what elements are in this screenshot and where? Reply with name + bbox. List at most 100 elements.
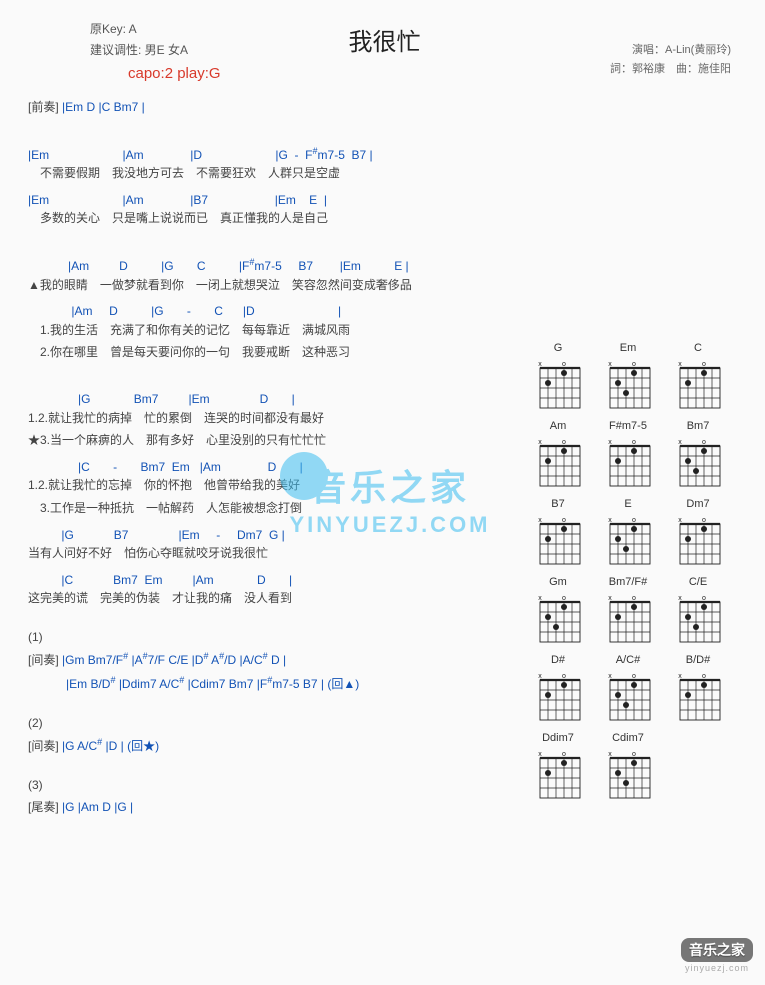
intro-row: [前奏] |Em D |C Bm7 | (28, 98, 741, 117)
svg-text:o: o (702, 673, 706, 680)
verse1-chords-2: |Em |Am |B7 |Em E | (28, 191, 741, 210)
chord-diagram: Cdim7 xo (597, 732, 659, 804)
chord-diagram-name: Cdim7 (597, 732, 659, 746)
meta-right: 演唱：A-Lin(黄丽玲) 詞：郭裕康 曲：施佳阳 (610, 42, 731, 80)
header: 原Key: A 建议调性: 男E 女A 我很忙 演唱：A-Lin(黄丽玲) 詞：… (28, 18, 741, 98)
svg-text:x: x (538, 517, 542, 524)
chord-diagram-grid: xo (597, 592, 659, 648)
svg-text:o: o (632, 517, 636, 524)
suggested-tuning: 建议调性: 男E 女A (90, 41, 188, 60)
svg-text:x: x (608, 595, 612, 602)
singer: 演唱：A-Lin(黄丽玲) (610, 42, 731, 59)
pre-lyric-2a: 1.我的生活 充满了和你有关的记忆 每每靠近 满城风雨 (28, 321, 741, 340)
svg-text:x: x (538, 595, 542, 602)
chord-diagram-grid: xo (527, 436, 589, 492)
svg-text:o: o (632, 439, 636, 446)
svg-text:x: x (678, 439, 682, 446)
chord-diagram-name: C/E (667, 576, 729, 590)
svg-text:x: x (608, 673, 612, 680)
svg-text:o: o (562, 751, 566, 758)
logo-cn: 音乐之家 (681, 938, 753, 962)
chord-diagrams-panel: GxoEmxoCxoAmxoF#m7-5xoBm7xoB7xoExoDm7xoG… (527, 342, 747, 804)
svg-text:o: o (702, 361, 706, 368)
chord-diagram-grid: xo (667, 514, 729, 570)
svg-text:o: o (562, 595, 566, 602)
chord-diagram-grid: xo (667, 358, 729, 414)
chord-diagram: Amxo (527, 420, 589, 492)
chord-diagram-grid: xo (597, 514, 659, 570)
chord-diagram-grid: xo (527, 592, 589, 648)
chord-diagram-grid: xo (667, 592, 729, 648)
chord-diagram: B7xo (527, 498, 589, 570)
pre-chords-2: |Am D |G - C |D | (28, 302, 741, 321)
chord-diagram-name: Em (597, 342, 659, 356)
chord-diagram: F#m7-5xo (597, 420, 659, 492)
svg-text:x: x (678, 361, 682, 368)
svg-text:x: x (678, 673, 682, 680)
chord-diagram-grid: xo (667, 670, 729, 726)
chord-diagram-name: Bm7 (667, 420, 729, 434)
chord-diagram: D#xo (527, 654, 589, 726)
capo-note: capo:2 play:G (128, 62, 221, 85)
svg-text:o: o (632, 673, 636, 680)
chord-diagram-grid: xo (667, 436, 729, 492)
svg-text:x: x (678, 595, 682, 602)
chord-diagram-name: Dm7 (667, 498, 729, 512)
svg-text:x: x (608, 439, 612, 446)
chord-diagram-name: B7 (527, 498, 589, 512)
svg-text:o: o (632, 595, 636, 602)
chord-diagram-name: A/C# (597, 654, 659, 668)
svg-text:o: o (702, 595, 706, 602)
chord-diagram-grid: xo (597, 436, 659, 492)
chord-diagram-name: D# (527, 654, 589, 668)
svg-text:x: x (538, 361, 542, 368)
chord-diagram: C/Exo (667, 576, 729, 648)
chord-diagram-name: Ddim7 (527, 732, 589, 746)
chord-diagram: Bm7xo (667, 420, 729, 492)
svg-text:x: x (678, 517, 682, 524)
chord-diagram-name: F#m7-5 (597, 420, 659, 434)
chord-diagram: B/D#xo (667, 654, 729, 726)
chord-diagram-grid: xo (527, 358, 589, 414)
chord-diagram: Gmxo (527, 576, 589, 648)
chord-diagram: Ddim7xo (527, 732, 589, 804)
svg-text:x: x (538, 673, 542, 680)
verse1-chords-1: |Em |Am |D |G - F#m7-5 B7 | (28, 145, 741, 165)
svg-text:o: o (562, 361, 566, 368)
svg-text:o: o (562, 439, 566, 446)
svg-text:x: x (608, 517, 612, 524)
svg-text:x: x (608, 751, 612, 758)
svg-text:o: o (702, 517, 706, 524)
chord-diagram: Bm7/F#xo (597, 576, 659, 648)
svg-text:x: x (538, 439, 542, 446)
chord-diagram-grid: xo (527, 670, 589, 726)
verse1-lyric-2: 多数的关心 只是嘴上说说而已 真正懂我的人是自己 (28, 209, 741, 228)
svg-text:o: o (562, 517, 566, 524)
intro-label: [前奏] (28, 100, 59, 114)
pre-chords-1: |Am D |G C |F#m7-5 B7 |Em E | (28, 256, 741, 276)
chord-diagram-grid: xo (597, 670, 659, 726)
credits: 詞：郭裕康 曲：施佳阳 (610, 61, 731, 78)
meta-left: 原Key: A 建议调性: 男E 女A (90, 20, 188, 61)
chord-diagram-grid: xo (597, 748, 659, 804)
svg-text:x: x (538, 751, 542, 758)
pre-lyric-1: ▲我的眼睛 一做梦就看到你 一闭上就想哭泣 笑容忽然间变成奢侈品 (28, 276, 741, 295)
chord-diagram-grid: xo (597, 358, 659, 414)
original-key: 原Key: A (90, 20, 188, 39)
chord-diagram-name: Am (527, 420, 589, 434)
chord-diagram: Gxo (527, 342, 589, 414)
svg-text:o: o (562, 673, 566, 680)
chord-diagram-name: C (667, 342, 729, 356)
chord-diagram-grid: xo (527, 514, 589, 570)
chord-diagram-name: E (597, 498, 659, 512)
verse1-lyric-1: 不需要假期 我没地方可去 不需要狂欢 人群只是空虚 (28, 164, 741, 183)
chord-diagram-grid: xo (527, 748, 589, 804)
chord-diagram: Cxo (667, 342, 729, 414)
chord-diagram-name: B/D# (667, 654, 729, 668)
chord-diagram: Exo (597, 498, 659, 570)
svg-text:x: x (608, 361, 612, 368)
chord-diagram-name: G (527, 342, 589, 356)
chord-diagram-name: Gm (527, 576, 589, 590)
svg-text:o: o (702, 439, 706, 446)
logo-en: yinyuezj.com (681, 963, 753, 973)
